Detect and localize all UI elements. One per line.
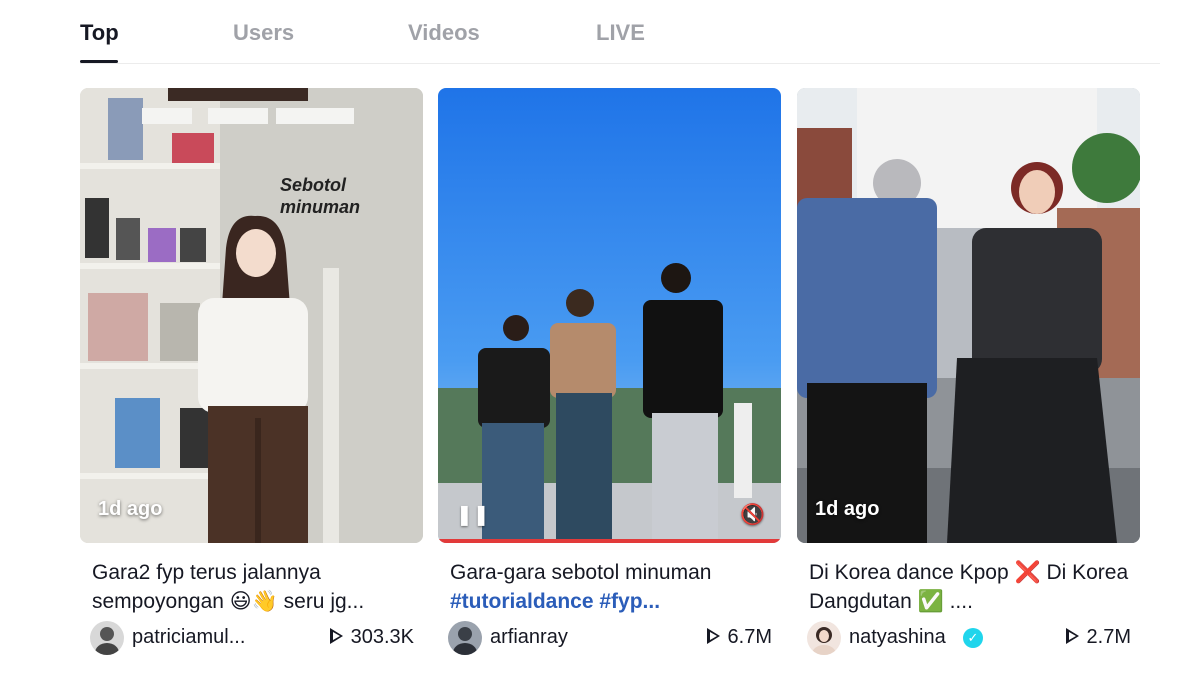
video-description[interactable]: Di Korea dance Kpop ❌ Di Korea Dangdutan…	[809, 558, 1135, 616]
pause-icon[interactable]: ❚❚	[456, 502, 490, 527]
video-meta: patriciamul... 303.3K	[90, 621, 420, 655]
play-count-icon	[329, 628, 343, 644]
tab-live[interactable]: LIVE	[596, 20, 645, 46]
video-thumbnail[interactable]: Sebotol minuman 1d ago	[80, 88, 423, 543]
avatar-image	[448, 621, 482, 655]
username[interactable]: patriciamul...	[132, 626, 245, 649]
username[interactable]: natyashina	[849, 626, 946, 649]
video-description[interactable]: Gara-gara sebotol minuman #tutorialdance …	[450, 558, 776, 616]
tab-users[interactable]: Users	[233, 20, 294, 46]
view-count: 6.7M	[706, 626, 772, 649]
avatar[interactable]	[448, 621, 482, 655]
avatar[interactable]	[807, 621, 841, 655]
view-count-value: 303.3K	[350, 626, 414, 648]
post-age: 1d ago	[815, 498, 880, 520]
thumbnail-image	[797, 88, 1140, 543]
video-description[interactable]: Gara2 fyp terus jalannya sempoyongan 😃👋 …	[92, 558, 418, 616]
video-thumbnail[interactable]: ❚❚ 🔇	[438, 88, 781, 543]
avatar-image	[807, 621, 841, 655]
video-card[interactable]: Sebotol minuman 1d ago Gara2 fyp terus ja…	[80, 88, 423, 668]
username[interactable]: arfianray	[490, 626, 568, 649]
video-meta: arfianray 6.7M	[448, 621, 778, 655]
search-tabs: Top Users Videos LIVE	[80, 0, 1160, 64]
video-grid: Sebotol minuman 1d ago Gara2 fyp terus ja…	[80, 88, 1140, 668]
thumbnail-image	[438, 88, 781, 543]
view-count: 2.7M	[1065, 626, 1131, 649]
mute-icon[interactable]: 🔇	[740, 502, 765, 527]
view-count-value: 2.7M	[1086, 626, 1131, 648]
description-text: Gara-gara sebotol minuman	[450, 561, 712, 584]
tab-videos[interactable]: Videos	[408, 20, 480, 46]
view-count-value: 6.7M	[727, 626, 772, 648]
view-count: 303.3K	[329, 626, 414, 649]
thumbnail-image	[80, 88, 423, 543]
post-age: 1d ago	[98, 498, 163, 520]
play-count-icon	[1065, 628, 1079, 644]
avatar[interactable]	[90, 621, 124, 655]
video-card[interactable]: 1d ago Di Korea dance Kpop ❌ Di Korea Da…	[797, 88, 1140, 668]
description-hashtags[interactable]: #tutorialdance #fyp...	[450, 590, 660, 613]
video-card[interactable]: ❚❚ 🔇 Gara-gara sebotol minuman #tutoriald…	[438, 88, 781, 668]
active-tab-indicator	[80, 60, 118, 63]
video-thumbnail[interactable]: 1d ago	[797, 88, 1140, 543]
tab-top[interactable]: Top	[80, 20, 119, 46]
verified-badge-icon: ✓	[963, 628, 983, 648]
play-count-icon	[706, 628, 720, 644]
avatar-image	[90, 621, 124, 655]
overlay-line-1: Sebotol	[280, 175, 346, 195]
video-meta: natyashina ✓ 2.7M	[807, 621, 1137, 655]
overlay-caption: Sebotol minuman	[280, 174, 360, 218]
overlay-line-2: minuman	[280, 197, 361, 217]
